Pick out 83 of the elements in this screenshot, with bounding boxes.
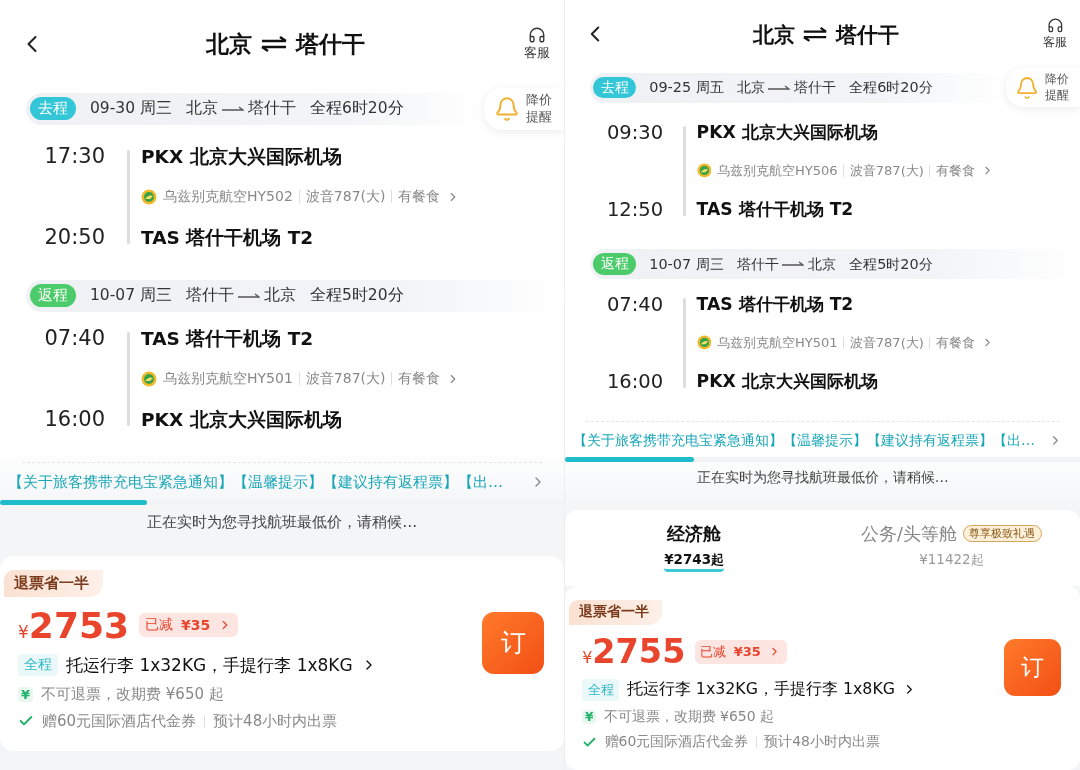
arrival-airport: TAS 塔什干机场 T2 bbox=[696, 198, 855, 222]
segment-date: 09-30 周三 bbox=[90, 98, 172, 120]
fare-rule-text: 不可退票，改期费 ¥650 起 bbox=[41, 684, 224, 704]
gift-text: 赠60元国际酒店代金券 bbox=[42, 711, 197, 731]
price-alert-button[interactable]: 降价提醒 bbox=[1005, 68, 1080, 108]
notice-link[interactable]: 【关于旅客携带充电宝紧急通知】【温馨提示】【建议持有返程票】【出… bbox=[8, 472, 523, 492]
arrival-time: 16:00 bbox=[605, 369, 665, 393]
flight-info-link[interactable]: 乌兹别克航空HY501 波音787(大) 有餐食 bbox=[696, 333, 1080, 352]
departure-airport: PKX 北京大兴国际机场 bbox=[696, 121, 879, 145]
baggage-link[interactable]: 全程 托运行李 1x32KG，手提行李 1x8KG bbox=[582, 678, 1004, 701]
gift-text: 赠60元国际酒店代金券 bbox=[604, 733, 749, 752]
segment-duration: 全程5时20分 bbox=[849, 254, 933, 274]
departure-airport: TAS 塔什干机场 T2 bbox=[141, 326, 315, 351]
segment-tag: 去程 bbox=[30, 97, 76, 121]
fare-price: ¥2753 bbox=[18, 604, 130, 646]
origin-city: 塔什干 bbox=[185, 285, 234, 307]
ticketing-text: 预计48小时内出票 bbox=[764, 733, 880, 752]
segment-tag: 返程 bbox=[593, 253, 637, 275]
arrival-airport: PKX 北京大兴国际机场 bbox=[696, 370, 879, 394]
bell-icon bbox=[494, 95, 521, 122]
destination-city: 塔什干 bbox=[247, 98, 296, 120]
departure-time: 09:30 bbox=[605, 120, 665, 144]
departure-time: 07:40 bbox=[43, 326, 106, 351]
discount-button[interactable]: 已减 ¥35 bbox=[694, 640, 787, 664]
segment-tag: 去程 bbox=[593, 76, 637, 99]
round-trip-arrows-icon bbox=[802, 26, 829, 42]
arrival-time: 16:00 bbox=[43, 407, 106, 432]
airline-logo-icon bbox=[696, 163, 712, 179]
segment-duration: 全程6时20分 bbox=[309, 98, 404, 120]
segment-duration: 全程6时20分 bbox=[849, 78, 933, 98]
departure-airport: PKX 北京大兴国际机场 bbox=[141, 144, 343, 169]
arrival-airport: TAS 塔什干机场 T2 bbox=[141, 225, 315, 250]
fare-price: ¥2755 bbox=[582, 632, 686, 672]
origin-city: 塔什干 bbox=[736, 254, 779, 274]
fare-tag: 退票省一半 bbox=[4, 569, 103, 597]
segment-duration: 全程5时20分 bbox=[309, 285, 404, 307]
segment-date: 09-25 周五 bbox=[649, 78, 724, 98]
destination-city: 北京 bbox=[263, 285, 296, 307]
customer-service-button[interactable]: 客服 bbox=[524, 26, 551, 62]
arrival-time: 12:50 bbox=[605, 197, 665, 221]
fare-rule-icon: ¥ bbox=[18, 686, 34, 702]
fare-rule-icon: ¥ bbox=[582, 709, 597, 724]
arrival-time: 20:50 bbox=[43, 225, 106, 250]
flight-info-link[interactable]: 乌兹别克航空HY501 波音787(大) 有餐食 bbox=[141, 369, 565, 388]
headset-icon bbox=[528, 26, 547, 44]
price-alert-button[interactable]: 降价提醒 bbox=[484, 88, 565, 130]
segment-date: 10-07 周三 bbox=[90, 285, 172, 307]
fare-tag: 退票省一半 bbox=[569, 599, 662, 625]
fare-rule-text: 不可退票，改期费 ¥650 起 bbox=[603, 707, 774, 726]
bell-icon bbox=[1014, 75, 1040, 100]
origin-city: 北京 bbox=[736, 78, 765, 98]
flight-info-link[interactable]: 乌兹别克航空HY502 波音787(大) 有餐食 bbox=[141, 187, 565, 206]
departure-time: 17:30 bbox=[43, 144, 106, 169]
destination-title: 塔什干 bbox=[295, 29, 365, 59]
destination-city: 北京 bbox=[808, 254, 837, 274]
flight-info-link[interactable]: 乌兹别克航空HY506 波音787(大) 有餐食 bbox=[696, 161, 1080, 180]
discount-button[interactable]: 已减 ¥35 bbox=[139, 613, 239, 638]
destination-city: 塔什干 bbox=[794, 78, 837, 98]
airline-logo-icon bbox=[696, 335, 712, 351]
baggage-link[interactable]: 全程 托运行李 1x32KG，手提行李 1x8KG bbox=[18, 653, 483, 677]
origin-title: 北京 bbox=[752, 20, 795, 49]
origin-title: 北京 bbox=[205, 29, 252, 59]
customer-service-button[interactable]: 客服 bbox=[1043, 17, 1067, 51]
round-trip-arrows-icon bbox=[259, 36, 288, 52]
origin-city: 北京 bbox=[185, 98, 218, 120]
cabin-tab[interactable]: 经济舱 ¥2743起 bbox=[565, 520, 823, 574]
departure-airport: TAS 塔什干机场 T2 bbox=[696, 293, 855, 317]
cabin-tab[interactable]: 公务/头等舱 尊享极致礼遇 ¥11422起 bbox=[822, 520, 1080, 574]
arrival-airport: PKX 北京大兴国际机场 bbox=[141, 407, 343, 432]
headset-icon bbox=[1046, 17, 1064, 34]
departure-time: 07:40 bbox=[605, 292, 665, 316]
airline-logo-icon bbox=[141, 188, 157, 205]
segment-tag: 返程 bbox=[30, 284, 76, 308]
notice-link[interactable]: 【关于旅客携带充电宝紧急通知】【温馨提示】【建议持有返程票】【出… bbox=[572, 431, 1041, 450]
book-button[interactable]: 订 bbox=[482, 611, 545, 674]
loading-text: 正在实时为您寻找航班最低价，请稍候… bbox=[146, 511, 419, 533]
segment-date: 10-07 周三 bbox=[649, 254, 724, 274]
ticketing-text: 预计48小时内出票 bbox=[213, 711, 338, 731]
cabin-badge: 尊享极致礼遇 bbox=[962, 525, 1042, 543]
airline-logo-icon bbox=[141, 370, 157, 387]
destination-title: 塔什干 bbox=[835, 20, 899, 49]
loading-text: 正在实时为您寻找航班最低价，请稍候… bbox=[695, 468, 950, 488]
book-button[interactable]: 订 bbox=[1003, 638, 1062, 697]
